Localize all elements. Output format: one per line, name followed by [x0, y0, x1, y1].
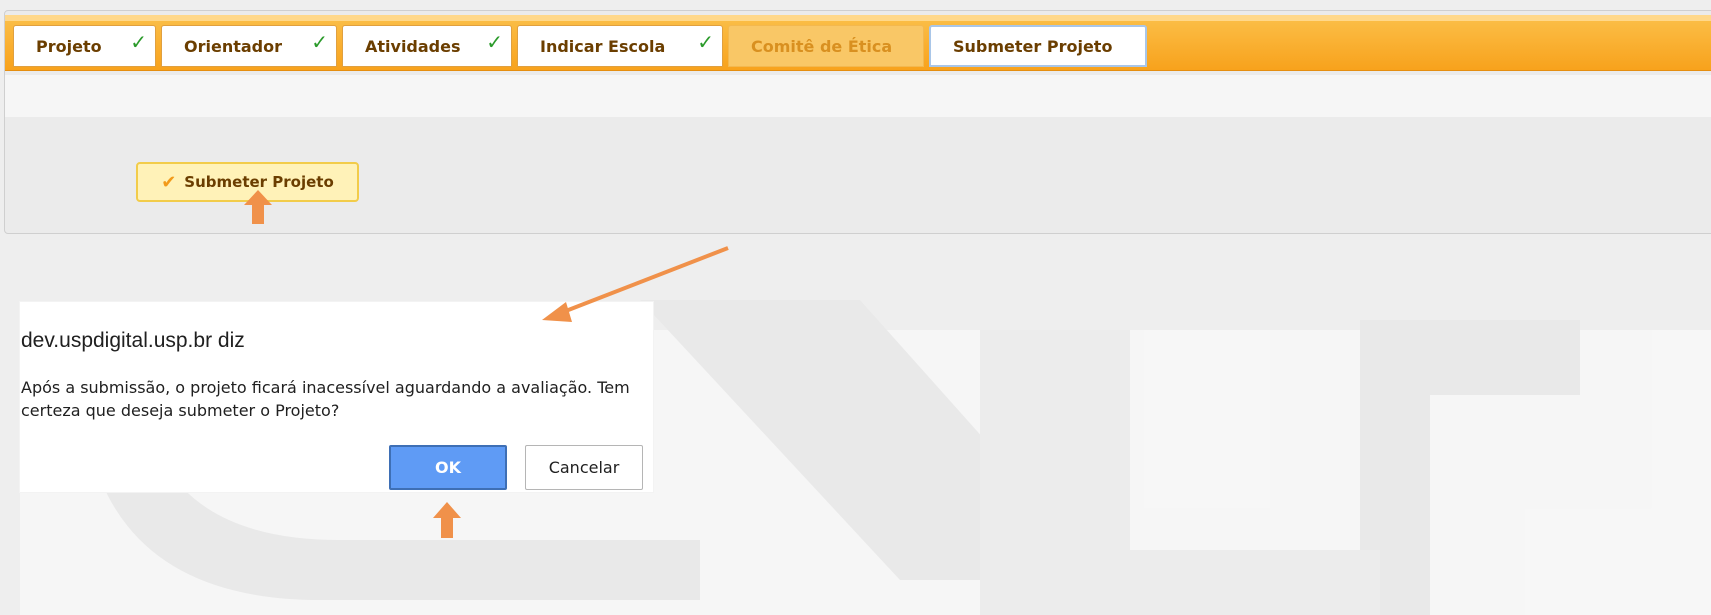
checkmark-icon: ✓: [697, 30, 714, 54]
tab-label: Indicar Escola: [540, 36, 666, 56]
cancel-button[interactable]: Cancelar: [525, 445, 643, 490]
tab-submeter-projeto[interactable]: Submeter Projeto: [929, 25, 1147, 67]
tab-label: Comitê de Ética: [751, 36, 893, 56]
dialog-title: dev.uspdigital.usp.br diz: [21, 329, 245, 352]
checkmark-icon: ✓: [130, 30, 147, 54]
dialog-message: Após a submissão, o projeto ficará inace…: [21, 378, 630, 420]
tab-bar-highlight: [5, 15, 1711, 21]
submit-project-label: Submeter Projeto: [184, 173, 334, 191]
checkmark-icon: ✓: [486, 30, 503, 54]
panel-subheader: [5, 75, 1711, 117]
check-icon: ✔: [161, 171, 177, 193]
tab-comite-de-etica[interactable]: Comitê de Ética: [728, 25, 924, 67]
confirm-dialog: dev.uspdigital.usp.br diz Após a submiss…: [20, 302, 653, 492]
tab-label: Projeto: [36, 36, 102, 56]
tab-label: Atividades: [365, 36, 461, 56]
checkmark-icon: ✓: [311, 30, 328, 54]
wizard-tabs: Projeto ✓ Orientador ✓ Atividades ✓ Indi…: [13, 25, 1147, 67]
tab-projeto[interactable]: Projeto ✓: [13, 25, 156, 67]
tab-atividades[interactable]: Atividades ✓: [342, 25, 512, 67]
tab-bar: Projeto ✓ Orientador ✓ Atividades ✓ Indi…: [5, 15, 1711, 71]
tab-label: Submeter Projeto: [953, 36, 1113, 56]
ok-button[interactable]: OK: [389, 445, 507, 490]
tab-label: Orientador: [184, 36, 282, 56]
submit-project-button[interactable]: ✔ Submeter Projeto: [136, 162, 359, 202]
tab-indicar-escola[interactable]: Indicar Escola ✓: [517, 25, 723, 67]
tab-orientador[interactable]: Orientador ✓: [161, 25, 337, 67]
